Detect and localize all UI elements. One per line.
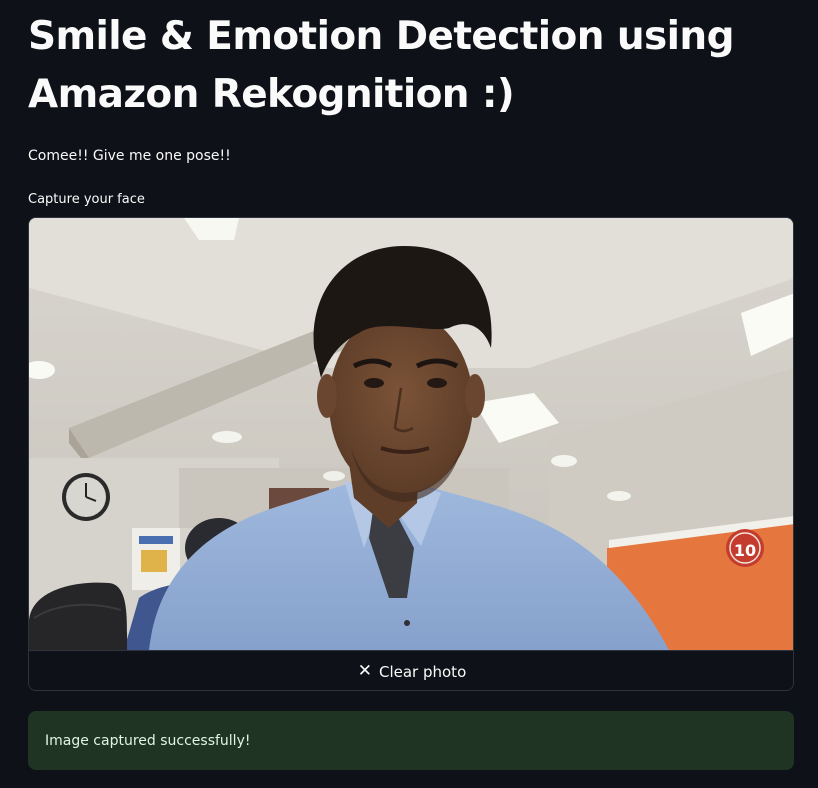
page-subtitle: Comee!! Give me one pose!! <box>28 148 231 164</box>
success-message: Image captured successfully! <box>45 732 251 749</box>
photo-sign-number: 10 <box>734 541 756 560</box>
page-title: Smile & Emotion Detection using Amazon R… <box>28 14 735 117</box>
clear-photo-label: Clear photo <box>378 662 467 681</box>
success-alert: Image captured successfully! <box>28 711 794 770</box>
captured-photo: 10 <box>29 218 793 650</box>
camera-input-label: Capture your face <box>28 192 145 207</box>
close-icon: ✕ <box>357 661 372 681</box>
clear-photo-button[interactable]: ✕ Clear photo <box>29 650 793 690</box>
camera-input: 10 ✕ Clear photo <box>28 217 794 691</box>
